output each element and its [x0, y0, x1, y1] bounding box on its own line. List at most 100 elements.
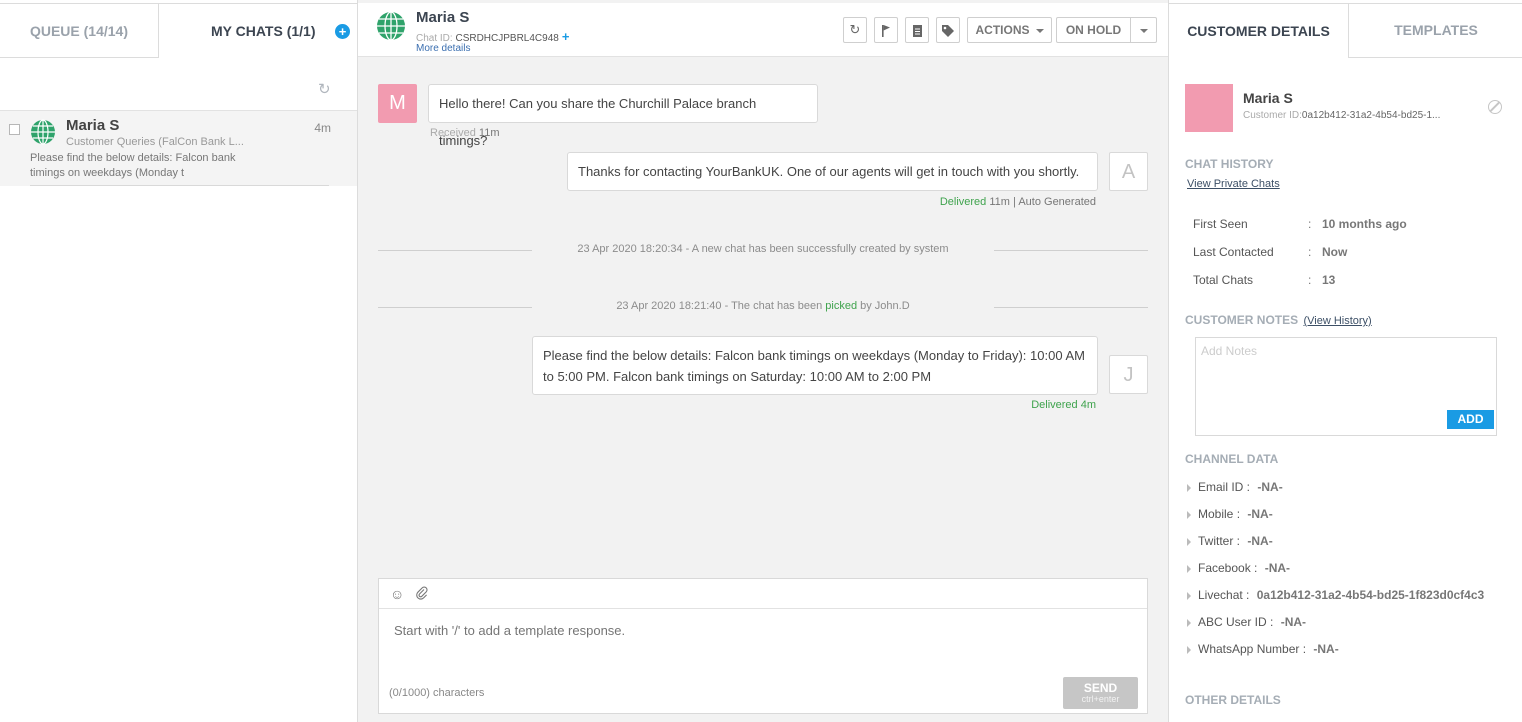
customer-name: Maria S	[1243, 90, 1293, 106]
message-time: 11m	[989, 196, 1010, 208]
channel-label: Twitter	[1198, 534, 1234, 548]
chat-select-checkbox[interactable]	[9, 124, 20, 135]
tab-customer-details[interactable]: CUSTOMER DETAILS	[1169, 3, 1349, 58]
chat-item-preview-line: Please find the below details: Falcon ba…	[30, 152, 236, 164]
stat-value: 13	[1322, 273, 1336, 287]
customer-avatar	[1185, 84, 1233, 132]
notes-box: ADD	[1195, 337, 1497, 436]
customer-id-value: 0a12b412-31a2-4b54-bd25-1...	[1301, 110, 1441, 121]
message-status: Received	[430, 127, 476, 139]
caret-right-icon	[1187, 510, 1191, 519]
channel-label: Email ID	[1198, 480, 1244, 494]
chat-list-tabs: QUEUE (14/14) MY CHATS (1/1) +	[0, 3, 357, 58]
tab-templates[interactable]: TEMPLATES	[1349, 3, 1522, 58]
stat-separator: :	[1308, 217, 1312, 231]
system-event-text: 23 Apr 2020 18:20:34 - A new chat has be…	[577, 243, 949, 255]
channel-value: -NA-	[1264, 561, 1291, 575]
divider	[378, 307, 532, 308]
composer-toolbar: ☺	[379, 579, 1147, 609]
send-label: SEND	[1083, 681, 1118, 695]
chat-item-time: 4m	[314, 121, 331, 135]
on-hold-button[interactable]: ON HOLD	[1056, 17, 1131, 43]
system-event-action: picked	[825, 300, 858, 312]
channel-value: -NA-	[1280, 615, 1307, 629]
channel-row-email[interactable]: Email ID : -NA-	[1187, 480, 1283, 494]
caret-right-icon	[1187, 645, 1191, 654]
view-private-chats-link[interactable]: View Private Chats	[1187, 178, 1280, 190]
more-details-link[interactable]: More details	[416, 43, 470, 54]
caret-right-icon	[1187, 618, 1191, 627]
message-status: Delivered	[939, 196, 987, 208]
chat-history-title: CHAT HISTORY	[1185, 157, 1274, 171]
agent-message: Please find the below details: Falcon ba…	[532, 336, 1098, 395]
tab-my-chats[interactable]: MY CHATS (1/1) +	[159, 3, 357, 58]
chat-list-item[interactable]: Maria S 4m Customer Queries (FalCon Bank…	[0, 110, 357, 186]
channel-row-facebook[interactable]: Facebook : -NA-	[1187, 561, 1290, 575]
new-chat-plus-icon[interactable]: +	[335, 24, 350, 39]
system-event-agent: by John.D	[857, 300, 910, 312]
channel-value: -NA-	[1247, 507, 1273, 521]
block-icon[interactable]	[1488, 100, 1502, 114]
refresh-icon[interactable]: ↻	[843, 17, 867, 43]
chat-list-panel: QUEUE (14/14) MY CHATS (1/1) + ↻ Maria S…	[0, 0, 358, 722]
channel-data-title: CHANNEL DATA	[1185, 452, 1279, 466]
flag-icon[interactable]	[874, 17, 898, 43]
system-event-text: 23 Apr 2020 18:21:40 - The chat has been	[616, 300, 826, 312]
send-shortcut: ctrl+enter	[1081, 694, 1120, 704]
chat-item-preview: Please find the below details: Falcon ba…	[30, 151, 250, 181]
channel-row-twitter[interactable]: Twitter : -NA-	[1187, 534, 1273, 548]
message-meta: Delivered 4m	[1031, 399, 1096, 411]
customer-message: Hello there! Can you share the Churchill…	[428, 84, 818, 148]
stat-separator: :	[1308, 273, 1312, 287]
notes-input[interactable]	[1201, 344, 1481, 358]
caret-right-icon	[1187, 564, 1191, 573]
channel-row-abc-user-id[interactable]: ABC User ID : -NA-	[1187, 615, 1306, 629]
document-icon[interactable]	[905, 17, 929, 43]
emoji-icon[interactable]: ☺	[390, 586, 404, 602]
channel-row-whatsapp[interactable]: WhatsApp Number : -NA-	[1187, 642, 1339, 656]
customer-id: Customer ID:0a12b412-31a2-4b54-bd25-1...	[1243, 110, 1468, 121]
divider	[378, 250, 532, 251]
system-event: 23 Apr 2020 18:21:40 - The chat has been…	[378, 300, 1148, 314]
conversation-header: Maria S Chat ID: CSRDHCJPBRL4C948 + More …	[358, 0, 1168, 57]
stat-label: First Seen	[1193, 217, 1248, 231]
on-hold-dropdown-toggle[interactable]	[1130, 17, 1157, 43]
chat-id: Chat ID: CSRDHCJPBRL4C948 +	[416, 29, 569, 44]
tab-queue[interactable]: QUEUE (14/14)	[0, 3, 159, 58]
refresh-icon[interactable]: ↻	[318, 82, 334, 98]
message-input[interactable]	[394, 623, 1134, 638]
message-meta: Delivered 11m | Auto Generated	[940, 196, 1096, 208]
chat-id-value: CSRDHCJPBRL4C948	[455, 33, 559, 44]
actions-dropdown[interactable]: ACTIONS	[967, 17, 1052, 43]
customer-name: Maria S	[416, 9, 470, 26]
caret-right-icon	[1187, 591, 1191, 600]
tab-my-chats-label: MY CHATS (1/1)	[211, 23, 316, 39]
chat-item-preview-line: timings on weekdays (Monday t	[30, 167, 185, 179]
channel-label: WhatsApp Number	[1198, 642, 1300, 656]
channel-value: -NA-	[1257, 480, 1283, 494]
send-button[interactable]: SEND ctrl+enter	[1063, 677, 1138, 709]
channel-label: Facebook	[1198, 561, 1251, 575]
message-meta: Received 11m	[430, 127, 500, 139]
stat-last-contacted: Last Contacted: Now	[1193, 245, 1347, 259]
chat-item-subtitle: Customer Queries (FalCon Bank L...	[66, 136, 244, 148]
divider	[994, 307, 1148, 308]
message-composer: ☺ (0/1000) characters SEND ctrl+enter	[378, 578, 1148, 714]
customer-avatar: M	[378, 84, 417, 123]
view-history-link[interactable]: (View History)	[1303, 315, 1371, 327]
channel-label: Mobile	[1198, 507, 1234, 521]
divider	[994, 250, 1148, 251]
add-note-button[interactable]: ADD	[1447, 410, 1494, 429]
tag-icon[interactable]	[936, 17, 960, 43]
channel-label: Livechat	[1198, 588, 1243, 602]
add-chat-id-plus-icon[interactable]: +	[562, 29, 570, 44]
chat-item-name: Maria S	[66, 117, 120, 134]
channel-value: -NA-	[1313, 642, 1339, 656]
paperclip-icon[interactable]	[416, 586, 428, 603]
actions-label: ACTIONS	[975, 23, 1030, 37]
channel-row-mobile[interactable]: Mobile : -NA-	[1187, 507, 1273, 521]
customer-notes-label: CUSTOMER NOTES	[1185, 313, 1299, 327]
stat-value: 10 months ago	[1322, 217, 1407, 231]
channel-row-livechat[interactable]: Livechat : 0a12b412-31a2-4b54-bd25-1f823…	[1187, 588, 1484, 602]
stat-label: Total Chats	[1193, 273, 1254, 287]
